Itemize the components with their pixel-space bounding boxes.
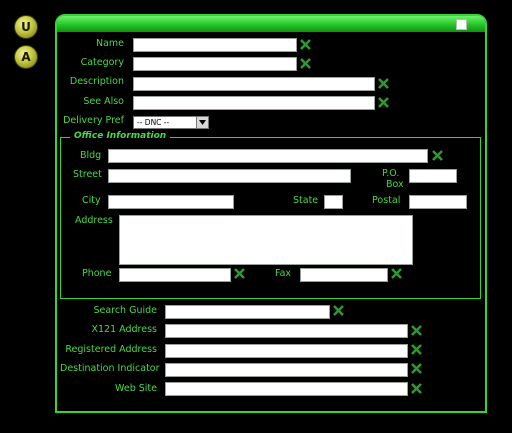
phone-input[interactable]	[119, 268, 231, 282]
delivery-pref-select[interactable]: -- DNC --	[133, 116, 209, 129]
office-information-legend: Office Information	[70, 131, 171, 141]
street-input[interactable]	[108, 169, 351, 183]
bldg-input[interactable]	[108, 149, 428, 163]
see-also-remove-x-icon[interactable]	[378, 97, 389, 108]
address-textarea[interactable]	[119, 215, 413, 265]
search-guide-label: Search Guide	[93, 305, 157, 316]
name-input[interactable]	[133, 38, 297, 52]
name-label: Name	[95, 38, 124, 49]
see-also-label: See Also	[83, 96, 124, 107]
name-remove-x-icon[interactable]	[300, 39, 311, 50]
category-input[interactable]	[133, 57, 297, 71]
side-button-bottom[interactable]: A	[14, 45, 38, 69]
registered-address-input[interactable]	[165, 344, 408, 358]
fax-input[interactable]	[300, 268, 388, 282]
delivery-pref-label: Delivery Pref	[63, 115, 124, 126]
description-label: Description	[69, 76, 124, 87]
destination-indicator-remove-x-icon[interactable]	[411, 363, 422, 374]
description-input[interactable]	[133, 77, 375, 91]
destination-indicator-label: Destination Indicator	[60, 363, 160, 374]
side-button-bottom-glyph: A	[21, 50, 31, 64]
po-box-label-line1: P.O.	[382, 168, 400, 179]
postal-input[interactable]	[409, 195, 467, 209]
x121-remove-x-icon[interactable]	[411, 325, 422, 336]
bldg-remove-x-icon[interactable]	[432, 150, 443, 161]
x121-address-label: X121 Address	[91, 324, 158, 335]
po-box-input[interactable]	[409, 169, 457, 183]
city-label: City	[82, 195, 101, 206]
search-guide-remove-x-icon[interactable]	[333, 305, 344, 316]
fax-remove-x-icon[interactable]	[391, 268, 402, 279]
see-also-input[interactable]	[133, 96, 375, 110]
web-site-label: Web Site	[115, 383, 157, 394]
search-guide-input[interactable]	[165, 305, 330, 319]
state-label: State	[293, 195, 319, 206]
phone-remove-x-icon[interactable]	[234, 268, 245, 279]
registered-address-remove-x-icon[interactable]	[411, 344, 422, 355]
side-button-top-glyph: U	[21, 20, 31, 34]
po-box-label-line2: Box	[386, 179, 404, 190]
registered-address-label: Registered Address	[65, 344, 157, 355]
bldg-label: Bldg	[80, 150, 102, 161]
phone-label: Phone	[82, 268, 112, 279]
web-site-remove-x-icon[interactable]	[411, 383, 422, 394]
x121-address-input[interactable]	[165, 324, 408, 338]
destination-indicator-input[interactable]	[165, 363, 408, 377]
city-input[interactable]	[108, 195, 234, 209]
category-remove-x-icon[interactable]	[300, 58, 311, 69]
panel-titlebar	[57, 16, 485, 32]
category-label: Category	[80, 57, 124, 68]
description-remove-x-icon[interactable]	[378, 78, 389, 89]
delivery-pref-value: -- DNC --	[137, 118, 170, 127]
window-square-icon[interactable]	[456, 19, 467, 30]
address-label: Address	[75, 215, 113, 226]
side-button-top[interactable]: U	[14, 15, 38, 39]
street-label: Street	[73, 169, 102, 180]
web-site-input[interactable]	[165, 382, 408, 396]
state-input[interactable]	[324, 195, 343, 209]
chevron-down-icon[interactable]	[196, 117, 208, 128]
postal-label: Postal	[372, 195, 401, 206]
fax-label: Fax	[275, 268, 292, 279]
